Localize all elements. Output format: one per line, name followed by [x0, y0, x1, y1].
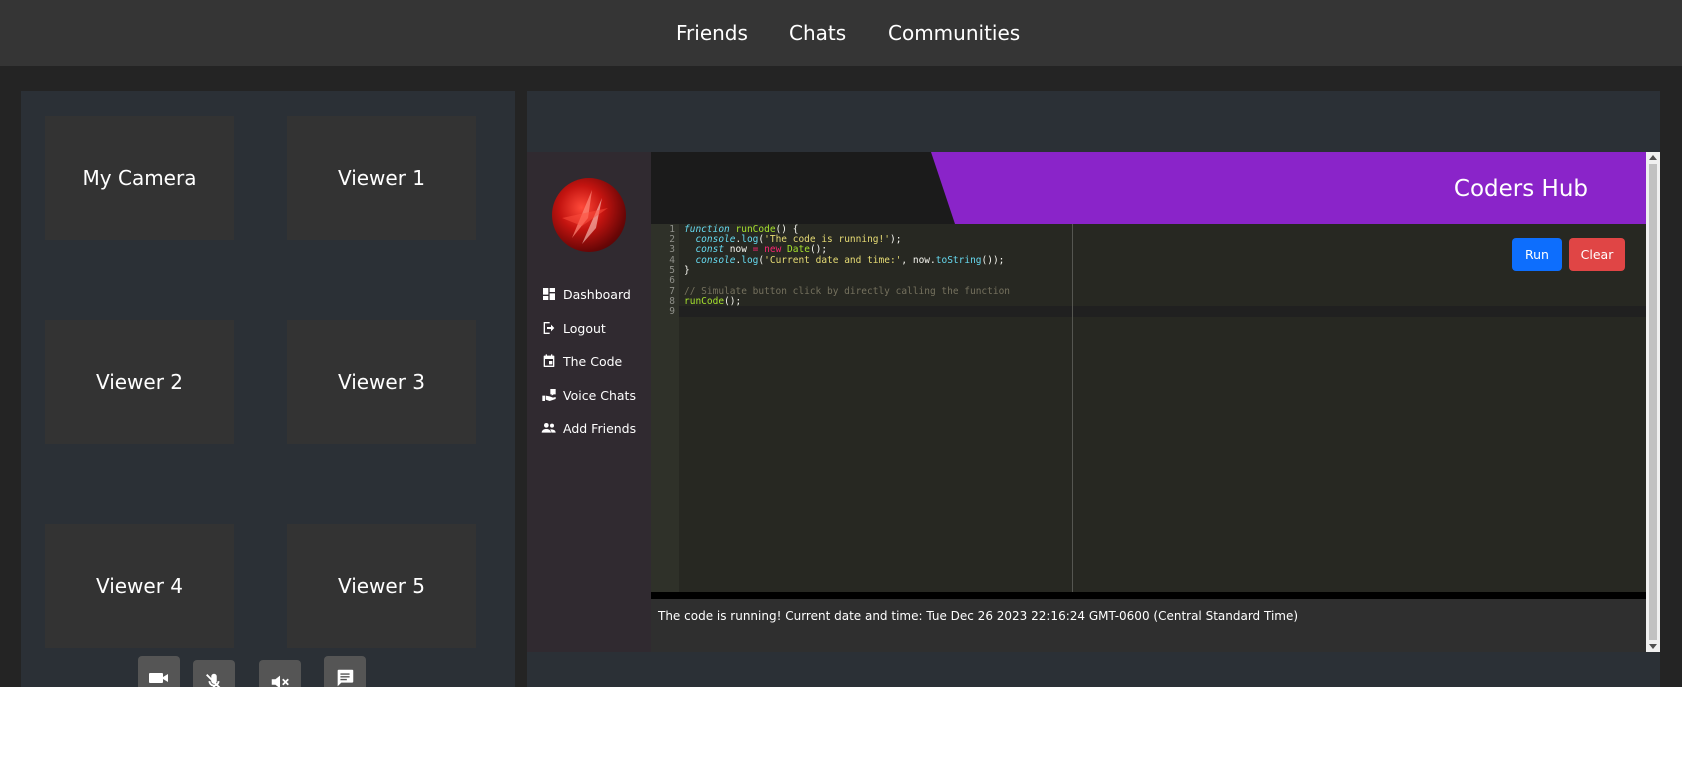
code-editor[interactable]: 1 2 3 4 5 6 7 8 9 function runCode() { c… — [651, 224, 1646, 592]
chat-toggle-button[interactable] — [324, 656, 366, 687]
app-header: Coders Hub — [651, 152, 1646, 224]
code-line: const now = new Date(); — [695, 244, 828, 255]
output-panel — [651, 599, 1646, 652]
frame-scrollbar[interactable] — [1646, 152, 1660, 652]
avatar-image — [562, 190, 608, 244]
page-title: Coders Hub — [1453, 176, 1588, 202]
video-tile-viewer-4[interactable]: Viewer 4 — [45, 524, 234, 648]
video-tile-my-camera[interactable]: My Camera — [45, 116, 234, 240]
active-line-highlight — [679, 306, 1646, 317]
sidebar-item-add-friends[interactable]: Add Friends — [541, 420, 636, 436]
line-number: 3 — [669, 244, 675, 255]
mic-toggle-button[interactable] — [193, 660, 235, 687]
scrollbar-thumb[interactable] — [1649, 164, 1657, 640]
nav-chats-link[interactable]: Chats — [789, 21, 846, 45]
code-line: runCode(); — [684, 296, 742, 307]
line-number: 9 — [669, 306, 675, 317]
video-tile-viewer-2[interactable]: Viewer 2 — [45, 320, 234, 444]
call-controls — [138, 656, 368, 687]
sidebar-item-label: Add Friends — [563, 420, 637, 436]
volume-off-icon — [271, 675, 289, 687]
print-margin — [1072, 224, 1073, 592]
chat-icon — [337, 669, 354, 687]
video-tile-viewer-1[interactable]: Viewer 1 — [287, 116, 476, 240]
sidebar-item-label: Voice Chats — [563, 387, 636, 403]
people-icon — [541, 423, 556, 433]
line-number: 6 — [669, 275, 675, 286]
camera-toggle-button[interactable] — [138, 656, 180, 687]
calendar-icon — [543, 354, 555, 367]
sidebar-item-dashboard[interactable]: Dashboard — [541, 286, 631, 302]
camera-icon — [149, 673, 168, 683]
nav-friends-link[interactable]: Friends — [676, 21, 748, 45]
top-nav-bar: Friends Chats Communities — [0, 0, 1682, 66]
sidebar-item-voice-chats[interactable]: Voice Chats — [541, 387, 636, 403]
video-tile-viewer-3[interactable]: Viewer 3 — [287, 320, 476, 444]
sidebar-item-label: Dashboard — [563, 286, 631, 302]
avatar — [552, 178, 626, 252]
editor-divider — [651, 592, 1646, 599]
sidebar-item-logout[interactable]: Logout — [541, 320, 606, 336]
sidebar-item-label: The Code — [563, 353, 623, 369]
nav-communities-link[interactable]: Communities — [888, 21, 1020, 45]
mic-off-icon — [206, 673, 221, 687]
code-line: console.log('Current date and time:', no… — [695, 255, 1005, 266]
output-text: The code is running! Current date and ti… — [658, 609, 1299, 623]
voice-chat-icon — [542, 389, 556, 401]
code-line: } — [684, 265, 690, 276]
editor-gutter: 1 2 3 4 5 6 7 8 9 — [651, 224, 679, 592]
run-button[interactable]: Run — [1512, 238, 1562, 271]
scroll-up-arrow-icon[interactable] — [1649, 155, 1657, 160]
scroll-down-arrow-icon[interactable] — [1649, 644, 1657, 649]
sidebar-item-the-code[interactable]: The Code — [541, 353, 622, 369]
clear-button[interactable]: Clear — [1569, 238, 1625, 271]
speaker-toggle-button[interactable] — [259, 660, 301, 687]
logout-icon — [543, 322, 555, 334]
dashboard-icon — [543, 288, 555, 300]
sidebar-item-label: Logout — [563, 320, 606, 336]
video-tile-viewer-5[interactable]: Viewer 5 — [287, 524, 476, 648]
